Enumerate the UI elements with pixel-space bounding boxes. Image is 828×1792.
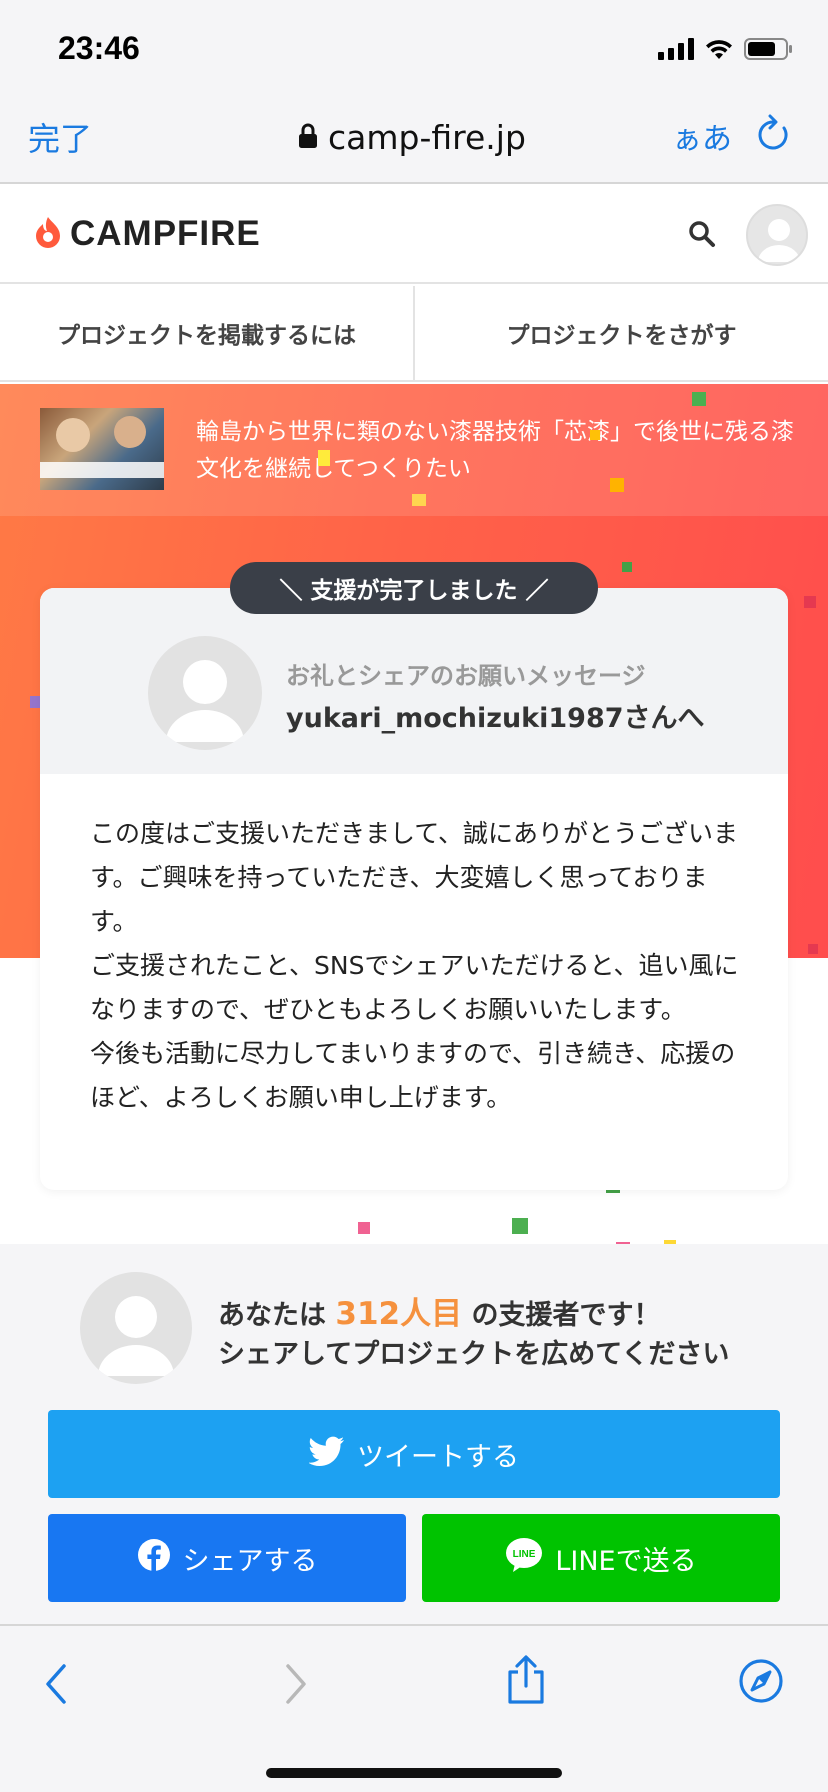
campfire-logo[interactable]: CAMPFIRE (34, 214, 261, 254)
support-complete-badge: ＼ 支援が完了しました ／ (230, 562, 598, 614)
twitter-icon (308, 1436, 345, 1473)
project-thumbnail (40, 408, 164, 490)
thanks-card: お礼とシェアのお願いメッセージ yukari_mochizuki1987さんへ … (40, 588, 788, 1190)
home-indicator (266, 1768, 562, 1778)
reload-icon[interactable] (756, 114, 792, 158)
backer-prefix: あなたは (218, 1300, 326, 1331)
facebook-icon (137, 1538, 171, 1579)
confetti (622, 562, 632, 572)
svg-text:LINE: LINE (513, 1549, 536, 1560)
status-bar: 23:46 (0, 0, 828, 92)
thanks-message: この度はご支援いただきまして、誠にありがとうございます。ご興味を持っていただき、… (90, 819, 739, 1112)
confetti (358, 1222, 370, 1234)
back-icon[interactable] (42, 1662, 72, 1710)
share-prompt: シェアしてプロジェクトを広めてください (218, 1339, 730, 1370)
backer-count: 312人目 (335, 1296, 463, 1332)
user-avatar[interactable] (746, 204, 808, 266)
confetti (804, 596, 816, 608)
backer-rank-text: あなたは 312人目 の支援者です！ (218, 1288, 661, 1333)
share-section: あなたは 312人目 の支援者です！ シェアしてプロジェクトを広めてください ツ… (0, 1244, 828, 1624)
browser-toolbar (0, 1624, 828, 1792)
flame-icon (34, 215, 62, 253)
confetti (412, 494, 426, 506)
status-time: 23:46 (58, 30, 140, 66)
backer-suffix: の支援者です！ (471, 1300, 661, 1331)
confetti (30, 696, 40, 708)
confetti (590, 430, 600, 440)
search-icon[interactable] (688, 220, 716, 252)
card-header: お礼とシェアのお願いメッセージ yukari_mochizuki1987さんへ (40, 588, 788, 774)
lock-icon (298, 118, 318, 157)
line-share-button[interactable]: LINE LINEで送る (422, 1514, 780, 1602)
user-icon (166, 660, 244, 742)
line-label: LINEで送る (555, 1545, 697, 1577)
logo-text: CAMPFIRE (70, 214, 261, 253)
facebook-label: シェアする (182, 1545, 318, 1577)
facebook-share-button[interactable]: シェアする (48, 1514, 406, 1602)
url-field[interactable]: camp-fire.jp (298, 112, 526, 162)
confetti (808, 944, 818, 954)
nav-how-to-post[interactable]: プロジェクトを掲載するには (0, 286, 413, 380)
battery-icon (744, 37, 794, 61)
confetti (512, 1218, 528, 1234)
card-recipient: yukari_mochizuki1987さんへ (286, 703, 705, 734)
user-icon (758, 219, 800, 262)
wifi-icon (704, 37, 734, 61)
forward-icon[interactable] (280, 1662, 310, 1710)
tweet-label: ツイートする (357, 1441, 519, 1473)
signal-icon (658, 38, 694, 60)
nav-find-projects[interactable]: プロジェクトをさがす (413, 286, 828, 380)
confetti (610, 478, 624, 492)
confetti (606, 1190, 620, 1193)
backer-avatar (80, 1272, 192, 1384)
project-owner-avatar (148, 636, 262, 750)
tweet-button[interactable]: ツイートする (48, 1410, 780, 1498)
line-icon: LINE (505, 1537, 543, 1580)
card-subtitle: お礼とシェアのお願いメッセージ (286, 662, 646, 690)
done-button[interactable]: 完了 (28, 114, 92, 160)
share-icon[interactable] (504, 1654, 548, 1710)
site-header: CAMPFIRE (0, 186, 828, 284)
site-nav: プロジェクトを掲載するには プロジェクトをさがす (0, 286, 828, 382)
project-title: 輪島から世界に類のない漆器技術「芯漆」で後世に残る漆文化を継続してつくりたい (196, 419, 794, 482)
text-size-button[interactable]: ぁあ (672, 114, 732, 158)
url-text: camp-fire.jp (328, 117, 526, 157)
compass-icon[interactable] (738, 1658, 784, 1708)
browser-bar: 完了 camp-fire.jp ぁあ (0, 92, 828, 184)
confetti (318, 450, 330, 466)
user-icon (98, 1296, 174, 1376)
confetti (692, 392, 706, 406)
status-icons (658, 36, 794, 62)
